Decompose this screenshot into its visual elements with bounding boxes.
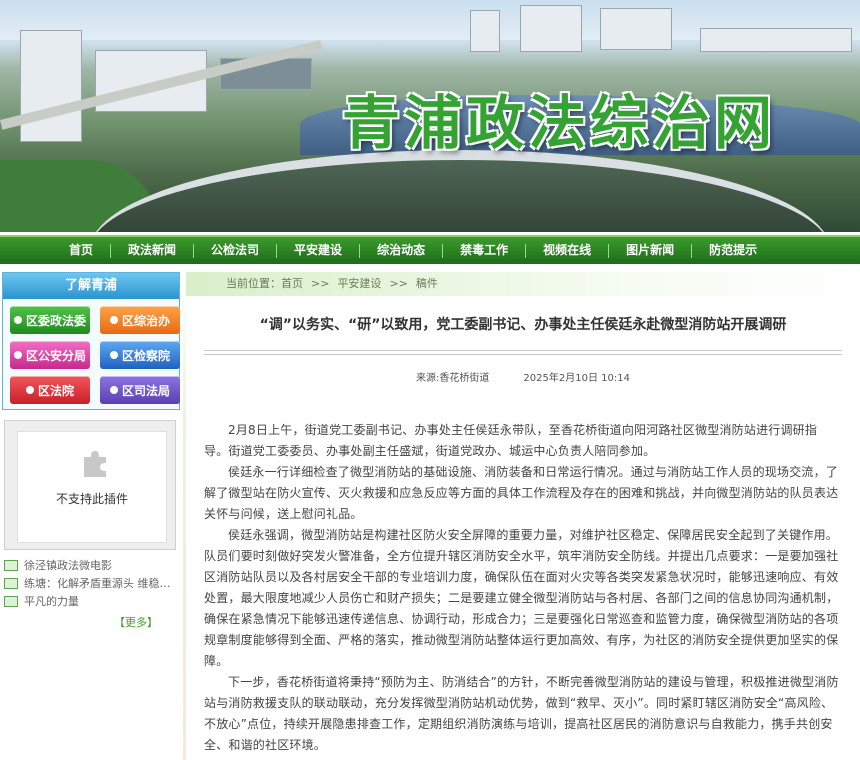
video-icon xyxy=(4,577,18,589)
tile-district-court[interactable]: 区法院 xyxy=(10,376,90,404)
breadcrumb-separator: >> xyxy=(311,277,330,290)
title-rule xyxy=(204,350,842,355)
article-paragraph: 下一步，香花桥街道将秉持“预防为主、防消结合”的方针，不断完善微型消防站的建设与… xyxy=(204,675,839,752)
bullet-icon xyxy=(13,351,22,359)
nav-anti-drug[interactable]: 禁毒工作 xyxy=(443,237,525,264)
plugin-placeholder: 不支持此插件 xyxy=(17,431,167,543)
news-link[interactable]: 平凡的力量 xyxy=(24,593,79,609)
article-paragraph: 侯廷永强调，微型消防站是构建社区防火安全屏障的重要力量，对维护社区稳定、保障居民… xyxy=(204,528,839,668)
list-item[interactable]: 平凡的力量 xyxy=(4,592,182,610)
video-icon xyxy=(4,559,18,571)
main-content: 当前位置：首页 >> 平安建设 >> 稿件 “调”以务实、“研”以致用，党工委副书记、办… xyxy=(186,272,860,760)
breadcrumb-home[interactable]: 首页 xyxy=(281,277,303,290)
breadcrumb-current: 稿件 xyxy=(415,277,438,290)
nav-safety-construction[interactable]: 平安建设 xyxy=(277,237,359,264)
tile-label: 区检察院 xyxy=(121,348,170,363)
article-paragraph: 侯廷永一行详细检查了微型消防站的基础设施、消防装备和日常运行情况。通过与消防站工… xyxy=(204,465,839,521)
bullet-icon xyxy=(25,386,34,394)
main-nav: 首页 政法新闻 公检法司 平安建设 综治动态 禁毒工作 视频在线 图片新闻 防范… xyxy=(0,235,860,264)
tile-label: 区法院 xyxy=(37,383,74,398)
banner-building xyxy=(20,30,82,142)
tile-label: 区委政法委 xyxy=(25,313,86,328)
about-qingpu-title: 了解青浦 xyxy=(3,273,179,299)
tile-district-justice-bureau[interactable]: 区司法局 xyxy=(100,376,180,404)
banner-building xyxy=(700,28,852,52)
nav-prevention-tips[interactable]: 防范提示 xyxy=(692,237,774,264)
puzzle-piece-icon xyxy=(84,451,106,477)
bullet-icon xyxy=(109,386,118,394)
article-source: 来源:香花桥街道 xyxy=(416,373,490,384)
list-item[interactable]: 徐泾镇政法微电影 xyxy=(4,556,182,574)
tile-label: 区司法局 xyxy=(121,383,170,398)
video-icon xyxy=(4,595,18,607)
video-plugin-box[interactable]: 不支持此插件 xyxy=(4,420,176,550)
breadcrumb-label: 当前位置： xyxy=(226,277,281,290)
site-title: 青浦政法综治网 xyxy=(342,89,777,157)
news-link[interactable]: 练塘：化解矛盾重源头 维稳关… xyxy=(24,575,174,591)
tile-label: 区综治办 xyxy=(121,313,170,328)
article-meta: 来源:香花桥街道 2025年2月10日 10:14 xyxy=(186,369,860,384)
banner-curved-building xyxy=(90,150,830,232)
bullet-icon xyxy=(13,316,22,324)
tile-district-public-security[interactable]: 区公安分局 xyxy=(10,341,90,369)
tile-label: 区公安分局 xyxy=(25,348,86,363)
banner-building xyxy=(470,10,500,52)
nav-governance-news[interactable]: 综治动态 xyxy=(360,237,442,264)
article-title: “调”以务实、“研”以致用，党工委副书记、办事处主任侯廷永赴微型消防站开展调研 xyxy=(259,317,787,333)
tile-district-political-legal-committee[interactable]: 区委政法委 xyxy=(10,306,90,334)
sidebar: 了解青浦 区委政法委 区综治办 区公安分局 区检察院 区法院 区司法局 不支持此… xyxy=(0,272,182,760)
bullet-icon xyxy=(109,316,118,324)
article-date: 2025年2月10日 10:14 xyxy=(523,373,630,384)
nav-home[interactable]: 首页 xyxy=(52,237,110,264)
tile-district-governance-office[interactable]: 区综治办 xyxy=(100,306,180,334)
nav-photo-news[interactable]: 图片新闻 xyxy=(609,237,691,264)
article-paragraph: 2月8日上午，街道党工委副书记、办事处主任侯廷永带队，至香花桥街道向阳河路社区微… xyxy=(204,423,818,458)
list-item[interactable]: 练塘：化解矛盾重源头 维稳关… xyxy=(4,574,182,592)
banner-building xyxy=(520,5,582,52)
bullet-icon xyxy=(109,351,118,359)
department-grid: 区委政法委 区综治办 区公安分局 区检察院 区法院 区司法局 xyxy=(3,299,180,404)
video-news-list: 徐泾镇政法微电影 练塘：化解矛盾重源头 维稳关… 平凡的力量 xyxy=(4,556,182,610)
article-body: 2月8日上午，街道党工委副书记、办事处主任侯廷永带队，至香花桥街道向阳河路社区微… xyxy=(204,420,840,756)
news-link[interactable]: 徐泾镇政法微电影 xyxy=(24,557,112,573)
header-banner: 青浦政法综治网 xyxy=(0,0,860,232)
nav-police-prosecution-court[interactable]: 公检法司 xyxy=(194,237,276,264)
more-link[interactable]: 【更多】 xyxy=(0,614,182,630)
breadcrumb: 当前位置：首页 >> 平安建设 >> 稿件 xyxy=(186,272,860,296)
tile-district-procuratorate[interactable]: 区检察院 xyxy=(100,341,180,369)
nav-video[interactable]: 视频在线 xyxy=(526,237,608,264)
breadcrumb-separator: >> xyxy=(389,277,408,290)
nav-legal-news[interactable]: 政法新闻 xyxy=(111,237,193,264)
about-qingpu-panel: 了解青浦 区委政法委 区综治办 区公安分局 区检察院 区法院 区司法局 xyxy=(2,272,180,410)
breadcrumb-safety-construction[interactable]: 平安建设 xyxy=(337,277,381,290)
banner-building xyxy=(600,8,672,50)
plugin-unsupported-text: 不支持此插件 xyxy=(55,492,128,506)
